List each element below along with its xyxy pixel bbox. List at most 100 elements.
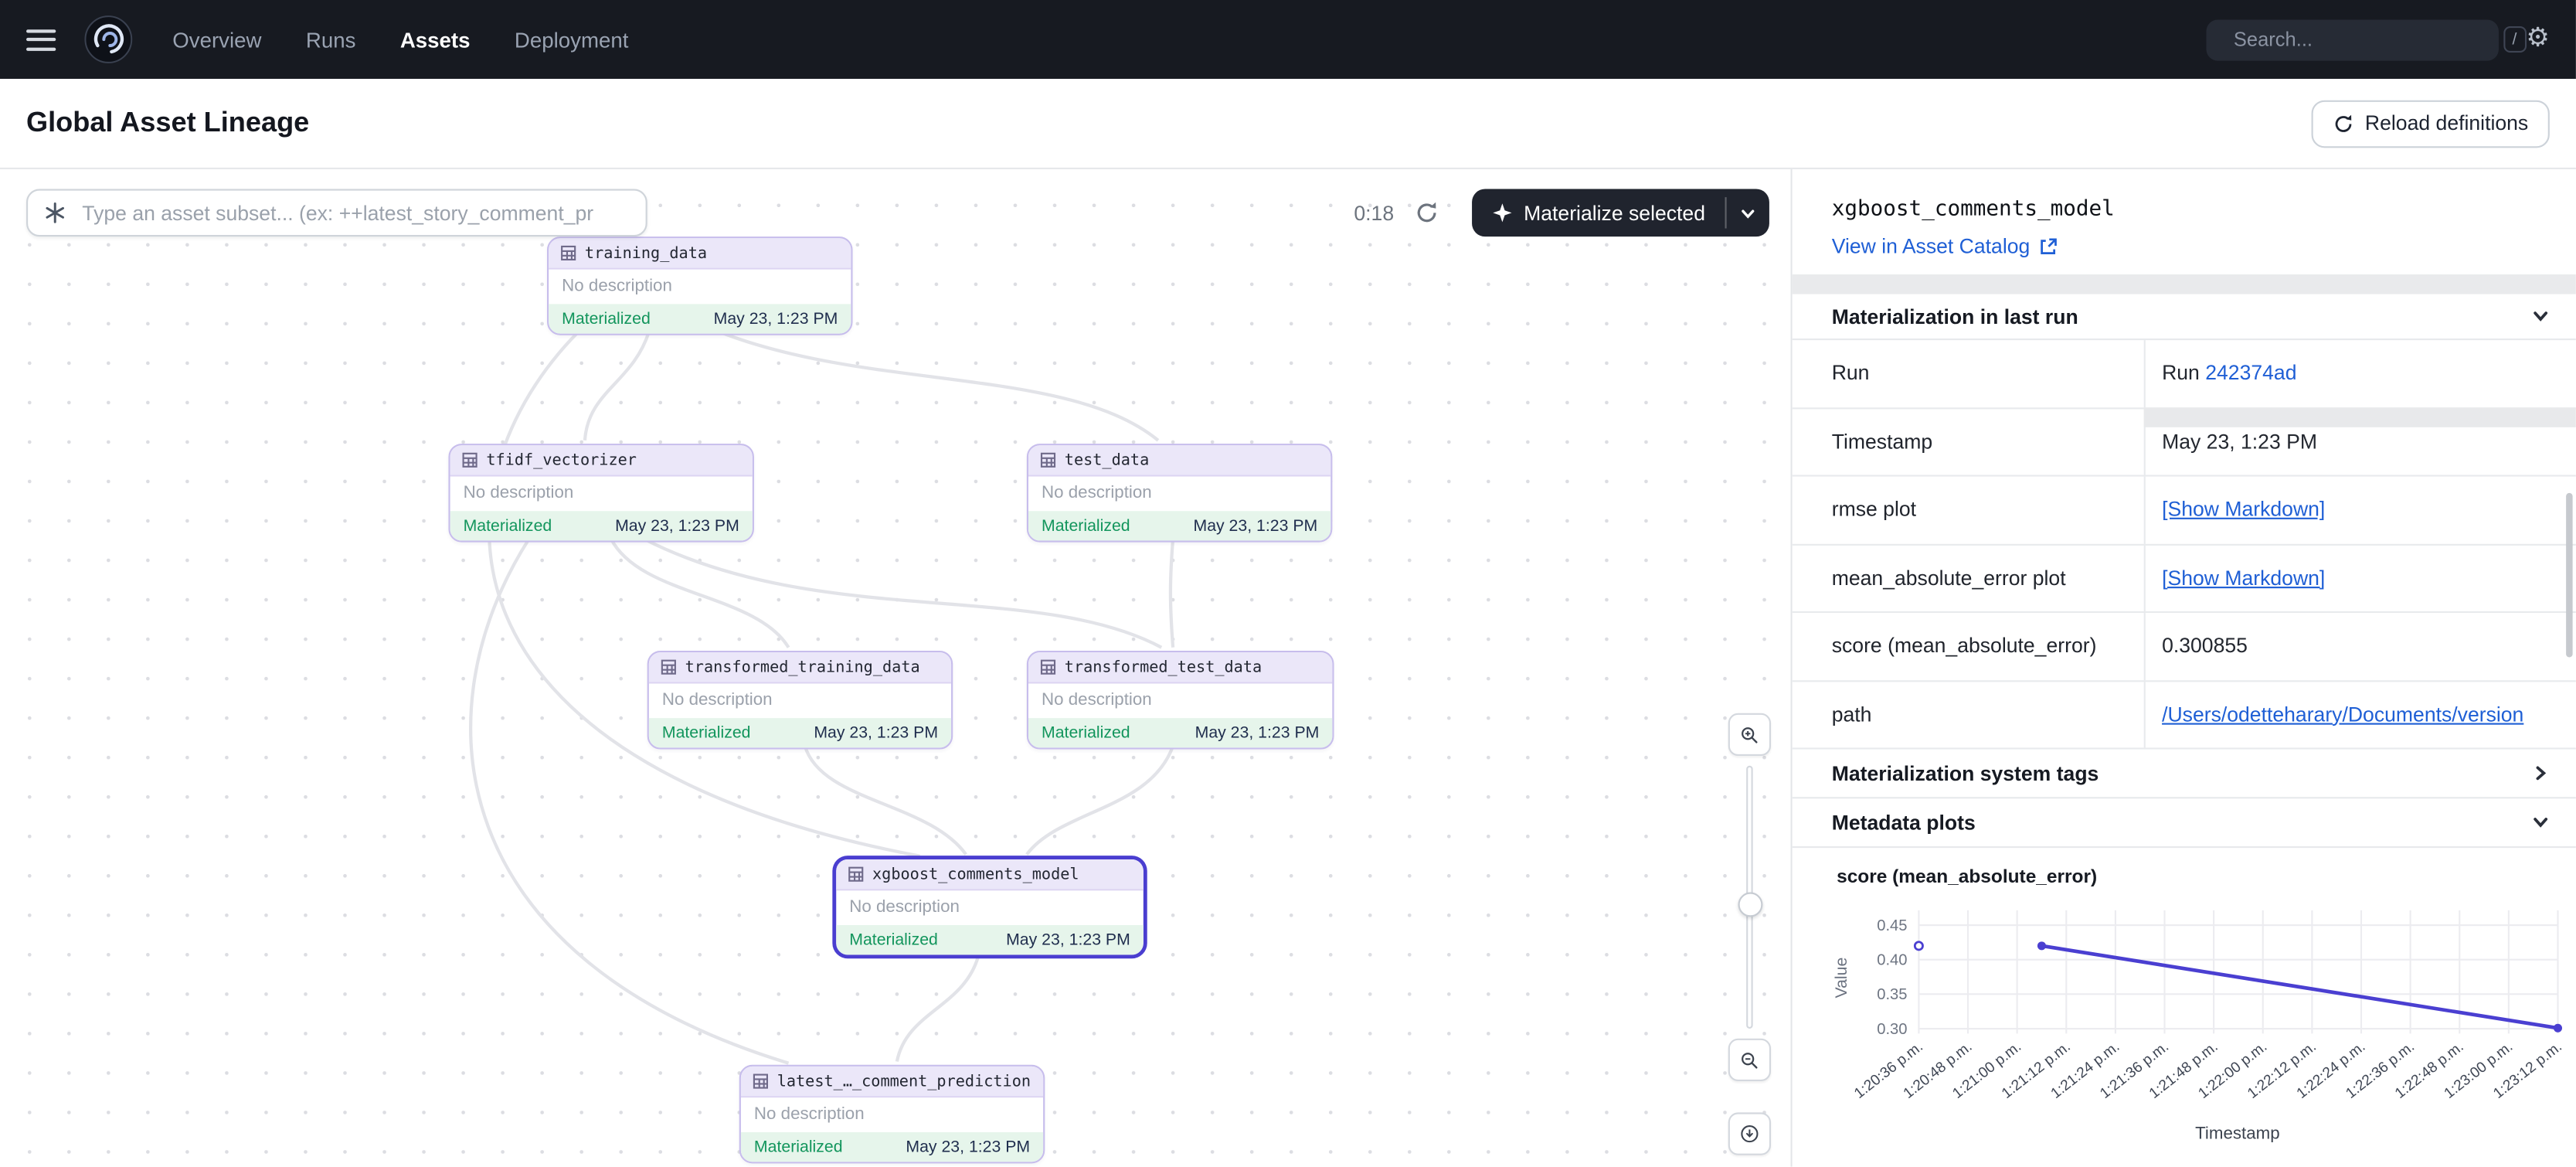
zoom-slider[interactable] <box>1740 766 1760 1029</box>
asset-title: xgboost_comments_model <box>1832 197 2576 223</box>
asset-node-name: training_data <box>585 244 707 262</box>
materialized-timestamp: May 23, 1:23 PM <box>906 1138 1030 1155</box>
table-icon <box>848 866 864 883</box>
data-point <box>2037 941 2046 950</box>
asset-node-header: training_data <box>549 238 851 269</box>
asset-node-latest_…_comment_predictions[interactable]: latest_…_comment_predictionsNo descripti… <box>739 1065 1045 1164</box>
materialize-selected-button[interactable]: Materialize selected <box>1471 189 1769 237</box>
metadata-value-text: May 23, 1:23 PM <box>2162 430 2317 454</box>
metadata-row: RunRun 242374ad <box>1793 340 2576 408</box>
zoom-in-button[interactable] <box>1728 713 1771 756</box>
asset-node-status-row: Materialized May 23, 1:23 PM <box>549 304 851 333</box>
gear-icon[interactable]: ⚙ <box>2526 26 2549 53</box>
asset-node-status-row: MaterializedMay 23, 1:23 PM <box>741 1132 1043 1162</box>
table-icon <box>753 1073 769 1089</box>
refresh-graph-button[interactable] <box>1414 200 1439 225</box>
asset-node-test_data[interactable]: test_dataNo descriptionMaterializedMay 2… <box>1027 444 1332 543</box>
materialize-selected-main[interactable]: Materialize selected <box>1471 189 1725 237</box>
metadata-label: rmse plot <box>1793 477 2144 543</box>
asset-node-description: No description <box>836 890 1144 925</box>
asset-node-xgboost_comments_model[interactable]: xgboost_comments_modelNo descriptionMate… <box>834 858 1145 957</box>
asset-node-status-row: MaterializedMay 23, 1:23 PM <box>649 718 951 747</box>
asset-node-header: tfidf_vectorizer <box>450 445 753 476</box>
metadata-value: /Users/odetteharary/Documents/version <box>2144 681 2576 747</box>
dagster-logo-icon <box>83 15 133 64</box>
chevron-down-icon <box>2531 308 2549 325</box>
materialized-status: Materialized <box>1042 724 1130 742</box>
metadata-value-link[interactable]: /Users/odetteharary/Documents/version <box>2162 703 2523 726</box>
asset-node-header: latest_…_comment_predictions <box>741 1067 1043 1097</box>
global-search[interactable]: / <box>2206 19 2498 60</box>
asset-subset-input[interactable] <box>79 199 629 226</box>
vertical-scrollbar-thumb[interactable] <box>2566 493 2573 658</box>
zoom-slider-thumb[interactable] <box>1737 892 1762 917</box>
horizontal-scrollbar[interactable] <box>1793 274 2576 294</box>
chevron-right-icon <box>2531 764 2549 782</box>
metadata-row: rmse plot [Show Markdown] <box>1793 477 2576 545</box>
reload-definitions-button[interactable]: Reload definitions <box>2311 100 2550 148</box>
nav-item-assets[interactable]: Assets <box>400 27 471 52</box>
metadata-table: RunRun 242374adTimestamp May 23, 1:23 PM r… <box>1793 340 2576 749</box>
arrow-down-circle-icon <box>1740 1121 1760 1147</box>
materialized-timestamp: May 23, 1:23 PM <box>714 310 838 328</box>
table-icon <box>1040 659 1056 675</box>
metadata-value-link[interactable]: 242374ad <box>2205 362 2296 385</box>
table-icon <box>661 659 677 675</box>
metadata-label: Run <box>1793 340 2144 407</box>
asset-filter-icon <box>44 202 66 224</box>
section-title: Metadata plots <box>1832 811 1976 834</box>
page-header: Global Asset Lineage Reload definitions <box>0 79 2576 169</box>
nav-items: Overview Runs Assets Deployment <box>172 27 628 52</box>
asset-node-description: No description <box>549 270 851 305</box>
section-materialization-system-tags[interactable]: Materialization system tags <box>1793 750 2576 799</box>
asset-subset-filter[interactable] <box>26 189 647 237</box>
asset-node-transformed_training_data[interactable]: transformed_training_dataNo descriptionM… <box>647 651 953 750</box>
materialize-dropdown-toggle[interactable] <box>1727 189 1769 237</box>
asset-node-tfidf_vectorizer[interactable]: tfidf_vectorizerNo descriptionMaterializ… <box>448 444 753 543</box>
data-point <box>2554 1024 2562 1033</box>
asset-node-name: test_data <box>1065 451 1149 469</box>
y-tick-label: 0.30 <box>1877 1021 1907 1038</box>
asset-details-sidebar: xgboost_comments_model View in Asset Cat… <box>1793 169 2576 1167</box>
menu-icon[interactable] <box>26 29 56 50</box>
y-tick-label: 0.45 <box>1877 917 1907 934</box>
value-column-scrollbar[interactable] <box>2144 407 2576 427</box>
nav-item-overview[interactable]: Overview <box>172 27 261 52</box>
materialized-status: Materialized <box>562 310 651 328</box>
refresh-icon <box>2332 113 2353 134</box>
nav-item-runs[interactable]: Runs <box>306 27 356 52</box>
series-line <box>2041 946 2557 1028</box>
metadata-value: Run 242374ad <box>2144 340 2576 407</box>
materialized-timestamp: May 23, 1:23 PM <box>615 517 739 535</box>
nav-item-deployment[interactable]: Deployment <box>515 27 629 52</box>
zoom-out-button[interactable] <box>1728 1039 1771 1081</box>
section-materialization-in-last-run[interactable]: Materialization in last run <box>1793 294 2576 341</box>
materialized-timestamp: May 23, 1:23 PM <box>814 724 938 742</box>
zoom-controls <box>1728 713 1771 1155</box>
search-input[interactable] <box>2231 26 2492 53</box>
metadata-row: score (mean_absolute_error)0.300855 <box>1793 613 2576 681</box>
asset-node-status-row: MaterializedMay 23, 1:23 PM <box>1028 511 1330 540</box>
metadata-label: Timestamp <box>1793 408 2144 475</box>
materialized-timestamp: May 23, 1:23 PM <box>1193 517 1317 535</box>
metadata-value-link[interactable]: [Show Markdown] <box>2162 566 2325 590</box>
metadata-plot-svg: Value Timestamp 1:20:36 p.m.1:20:48 p.m.… <box>1793 889 2576 1163</box>
y-tick-label: 0.35 <box>1877 986 1907 1003</box>
plot-title: score (mean_absolute_error) <box>1837 868 2576 888</box>
asset-node-training_data[interactable]: training_dataNo descriptionMaterializedM… <box>547 236 852 335</box>
dagster-logo[interactable] <box>83 15 133 64</box>
view-in-asset-catalog-link[interactable]: View in Asset Catalog <box>1832 233 2576 260</box>
asset-node-description: No description <box>1028 683 1332 718</box>
asset-node-header: transformed_training_data <box>649 652 951 683</box>
metadata-value-link[interactable]: [Show Markdown] <box>2162 498 2325 522</box>
section-metadata-plots[interactable]: Metadata plots <box>1793 798 2576 848</box>
materialized-timestamp: May 23, 1:23 PM <box>1006 931 1130 948</box>
graph-toolbar-right: 0:18 Materialize selected <box>1354 189 1769 237</box>
download-graph-button[interactable] <box>1728 1112 1771 1155</box>
asset-node-transformed_test_data[interactable]: transformed_test_dataNo descriptionMater… <box>1027 651 1334 750</box>
asset-head: xgboost_comments_model View in Asset Cat… <box>1793 169 2576 274</box>
search-shortcut-key: / <box>2503 26 2527 53</box>
reload-definitions-label: Reload definitions <box>2365 112 2528 135</box>
lineage-graph-panel[interactable]: training_data No description Materialized M… <box>0 169 1793 1167</box>
chevron-down-icon <box>2531 813 2549 831</box>
